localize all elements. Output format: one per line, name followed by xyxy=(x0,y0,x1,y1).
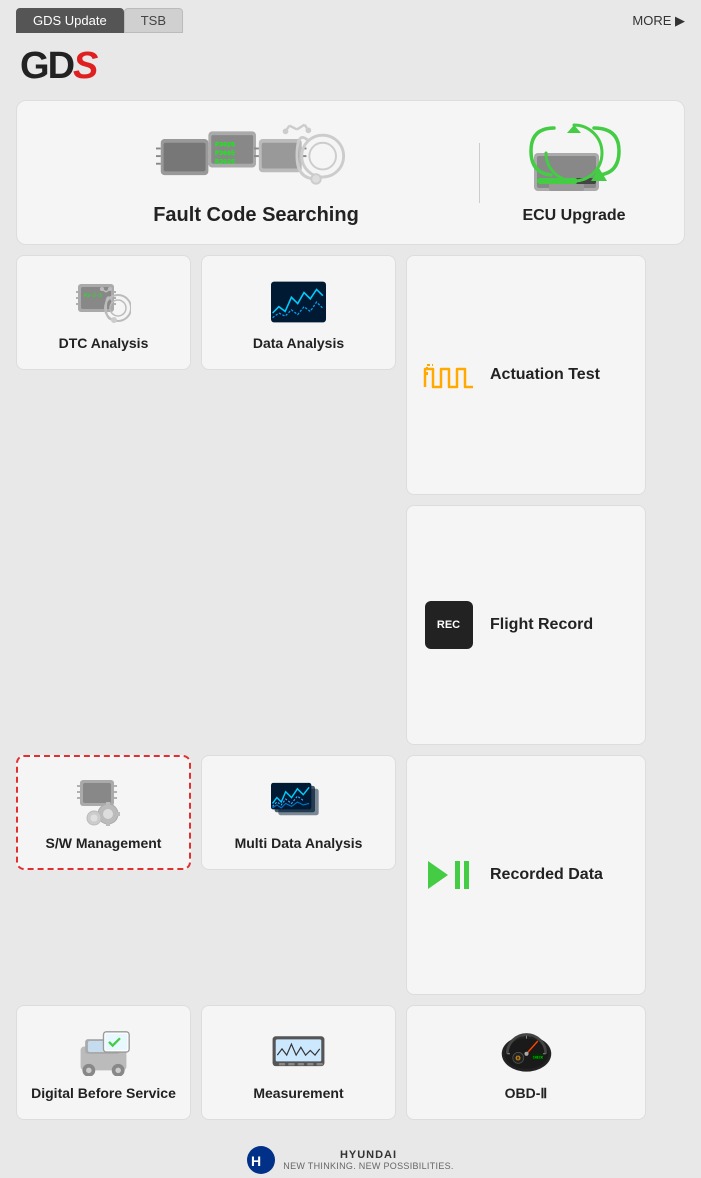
sw-management-label: S/W Management xyxy=(46,835,162,851)
measurement-card[interactable]: Measurement xyxy=(201,1005,396,1120)
data-analysis-card[interactable]: Data Analysis xyxy=(201,255,396,370)
sw-management-card[interactable]: S/W Management xyxy=(16,755,191,870)
sw-management-icon xyxy=(76,774,131,829)
main-content: P3026 P3665 R3026 xyxy=(0,92,701,1138)
recorded-data-icon xyxy=(421,848,476,903)
row-2: P3-2-5 DTC Analysis xyxy=(16,255,685,745)
svg-text:P3-2-5: P3-2-5 xyxy=(84,293,102,299)
svg-text:P3026: P3026 xyxy=(215,141,235,149)
svg-text:R3026: R3026 xyxy=(215,158,235,166)
logo-area: G D S xyxy=(0,37,701,92)
digital-before-service-card[interactable]: Digital Before Service xyxy=(16,1005,191,1120)
svg-text:P3665: P3665 xyxy=(215,149,235,157)
obd2-card[interactable]: ⚙ CHECK OBD-Ⅱ xyxy=(406,1005,646,1120)
actuation-test-card[interactable]: Actuation Test xyxy=(406,255,646,495)
logo: G D S xyxy=(20,45,681,88)
recorded-data-label: Recorded Data xyxy=(490,865,603,886)
multi-data-analysis-label: Multi Data Analysis xyxy=(235,835,363,851)
fault-code-card[interactable]: P3026 P3665 R3026 xyxy=(37,118,475,227)
ecu-icon xyxy=(519,121,629,201)
tab-group: GDS Update TSB xyxy=(16,8,183,33)
obd2-label: OBD-Ⅱ xyxy=(505,1085,548,1102)
svg-text:H: H xyxy=(251,1153,261,1169)
fault-code-icon: P3026 P3665 R3026 xyxy=(156,118,356,198)
digital-before-service-icon xyxy=(76,1024,131,1079)
logo-g: G xyxy=(20,45,48,88)
more-button[interactable]: MORE ▶ xyxy=(632,13,685,29)
footer-brand: HYUNDAI NEW THINKING. NEW POSSIBILITIES. xyxy=(283,1149,453,1171)
top-card-row: P3026 P3665 R3026 xyxy=(16,100,685,245)
flight-record-card[interactable]: REC Flight Record xyxy=(406,505,646,745)
row-4: Digital Before Service Me xyxy=(16,1005,685,1120)
logo-d: D xyxy=(48,45,73,88)
svg-text:⚙: ⚙ xyxy=(514,1055,520,1063)
dtc-analysis-label: DTC Analysis xyxy=(59,335,149,351)
dtc-analysis-card[interactable]: P3-2-5 DTC Analysis xyxy=(16,255,191,370)
footer-brand-name: HYUNDAI xyxy=(340,1149,397,1161)
right-panel-top: Actuation Test REC Flight Record xyxy=(406,255,646,745)
multi-data-analysis-card[interactable]: Multi Data Analysis xyxy=(201,755,396,870)
data-analysis-icon xyxy=(271,274,326,329)
row-3: S/W Management Multi Data Analysis xyxy=(16,755,685,995)
tab-tsb[interactable]: TSB xyxy=(124,8,183,33)
ecu-upgrade-card[interactable]: ECU Upgrade xyxy=(484,121,664,225)
tab-gds-update[interactable]: GDS Update xyxy=(16,8,124,33)
multi-data-analysis-icon xyxy=(271,774,326,829)
flight-record-icon: REC xyxy=(421,598,476,653)
top-bar: GDS Update TSB MORE ▶ xyxy=(0,0,701,37)
hyundai-logo: H xyxy=(247,1146,275,1174)
top-card-divider xyxy=(479,143,480,203)
measurement-label: Measurement xyxy=(253,1085,343,1101)
actuation-test-label: Actuation Test xyxy=(490,365,600,386)
dtc-analysis-icon: P3-2-5 xyxy=(76,274,131,329)
measurement-icon xyxy=(271,1024,326,1079)
digital-before-service-label: Digital Before Service xyxy=(31,1085,176,1101)
fault-code-label: Fault Code Searching xyxy=(153,204,359,227)
recorded-data-card[interactable]: Recorded Data xyxy=(406,755,646,995)
actuation-test-icon xyxy=(421,348,476,403)
ecu-label: ECU Upgrade xyxy=(522,207,625,225)
data-analysis-label: Data Analysis xyxy=(253,335,344,351)
footer-tagline: NEW THINKING. NEW POSSIBILITIES. xyxy=(283,1161,453,1171)
obd2-icon: ⚙ CHECK xyxy=(499,1024,554,1079)
flight-record-label: Flight Record xyxy=(490,615,593,636)
right-panel-recorded: Recorded Data xyxy=(406,755,646,995)
footer: H HYUNDAI NEW THINKING. NEW POSSIBILITIE… xyxy=(0,1138,701,1178)
logo-s: S xyxy=(73,45,96,88)
svg-text:CHECK: CHECK xyxy=(532,1057,543,1061)
